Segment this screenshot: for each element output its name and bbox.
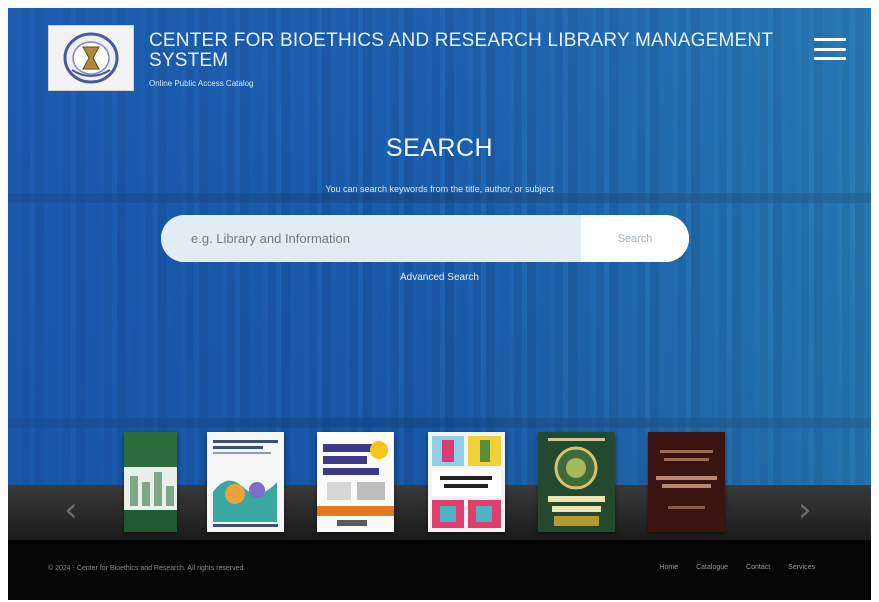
book-cover[interactable] — [648, 432, 725, 532]
carousel-next-icon[interactable]: › — [798, 490, 812, 530]
book-cover[interactable] — [317, 432, 394, 532]
site-title: CENTER FOR BIOETHICS AND RESEARCH LIBRAR… — [149, 30, 773, 71]
footer-link-home[interactable]: Home — [659, 564, 678, 571]
book-cover-art — [213, 440, 278, 527]
footer-nav: Home Catalogue Contact Services — [659, 564, 815, 571]
page-frame: CENTER FOR BIOETHICS AND RESEARCH LIBRAR… — [8, 8, 871, 600]
carousel-prev-icon[interactable]: ‹ — [64, 490, 78, 530]
book-cover-art — [548, 438, 605, 526]
site-subtitle: Online Public Access Catalog — [149, 79, 254, 88]
book-cover-art — [656, 450, 717, 509]
menu-bar — [814, 57, 846, 60]
book-cover[interactable] — [124, 432, 177, 532]
footer-link-contact[interactable]: Contact — [746, 564, 770, 571]
search-heading: SEARCH — [385, 134, 494, 162]
search-bar: Search — [161, 215, 689, 262]
advanced-search-link[interactable]: Advanced Search — [8, 272, 871, 283]
footer-link-services[interactable]: Services — [788, 564, 815, 571]
book-cover[interactable] — [428, 432, 505, 532]
search-button[interactable]: Search — [581, 215, 689, 262]
seal-logo-icon[interactable] — [48, 25, 134, 91]
seal-logo-graphic — [63, 32, 119, 84]
search-input[interactable] — [161, 215, 581, 262]
menu-bar — [814, 47, 846, 51]
book-cover[interactable] — [538, 432, 615, 532]
book-cover-art — [432, 436, 501, 528]
book-cover-art — [130, 472, 174, 506]
search-hint: You can search keywords from the title, … — [325, 184, 554, 194]
hamburger-menu-icon[interactable] — [814, 38, 846, 60]
menu-bar — [814, 38, 846, 41]
footer-copyright: © 2024 - Center for Bioethics and Resear… — [48, 565, 246, 572]
book-cover[interactable] — [207, 432, 284, 532]
page-footer: © 2024 - Center for Bioethics and Resear… — [8, 540, 871, 600]
book-cover-art — [317, 432, 394, 526]
footer-link-catalogue[interactable]: Catalogue — [696, 564, 728, 571]
